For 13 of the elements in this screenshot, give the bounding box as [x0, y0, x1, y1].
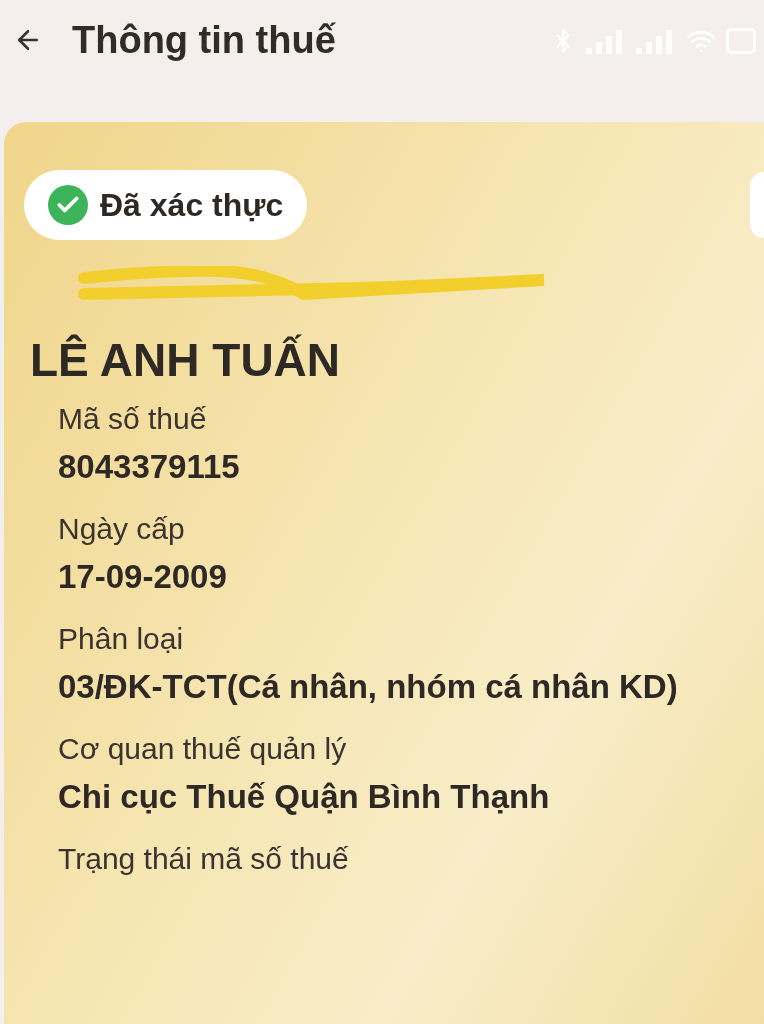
field-label: Cơ quan thuế quản lý	[58, 732, 348, 766]
field-value: 8043379115	[58, 448, 241, 486]
field-value: 03/ĐK-TCT(Cá nhân, nhóm cá nhân KD)	[58, 668, 679, 706]
field-label: Ngày cấp	[58, 512, 186, 546]
field-label: Trạng thái mã số thuế	[58, 842, 350, 876]
field-label: Mã số thuế	[58, 402, 208, 436]
edge-card	[750, 172, 764, 238]
taxpayer-name: LÊ ANH TUẤN	[30, 333, 342, 388]
field-value: Chi cục Thuế Quận Bình Thạnh	[58, 778, 551, 816]
page-title: Thông tin thuế	[72, 18, 336, 62]
field-label: Phân loại	[58, 622, 185, 656]
verified-badge: Đã xác thực	[24, 170, 308, 240]
field-value: 17-09-2009	[58, 558, 228, 596]
